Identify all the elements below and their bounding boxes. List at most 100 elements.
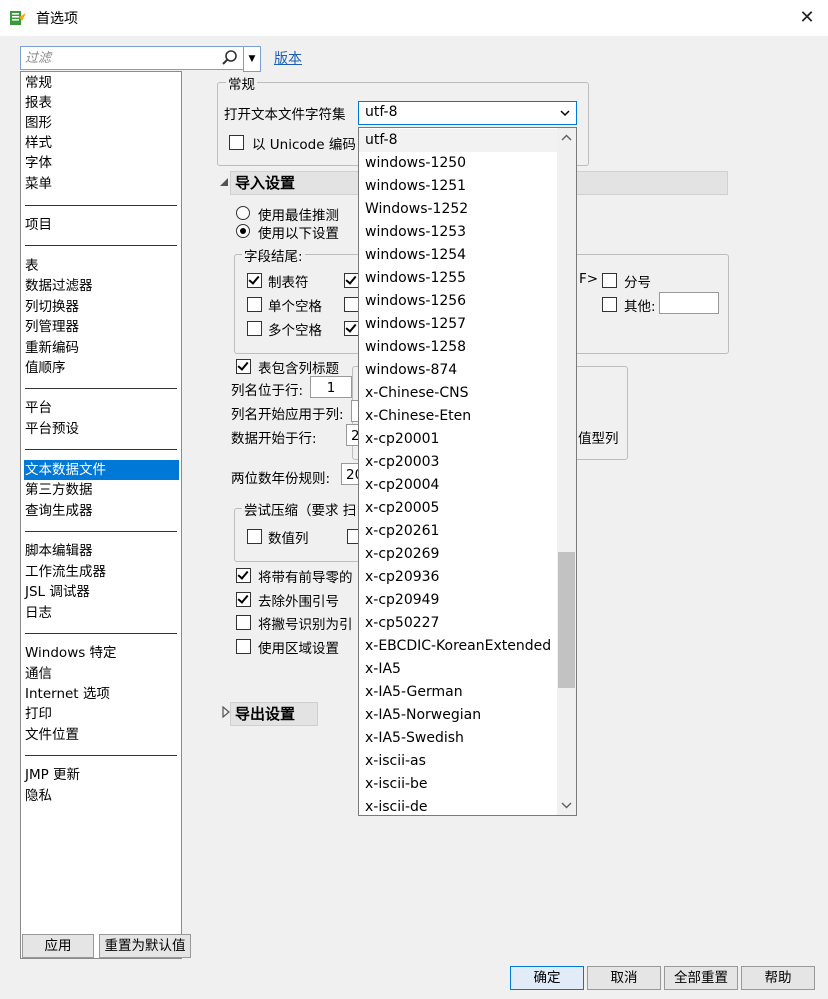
nav-item-reports[interactable]: 报表 (25, 93, 52, 113)
charset-option[interactable]: windows-1253 (359, 221, 563, 244)
nav-item-data-filter[interactable]: 数据过滤器 (25, 276, 93, 296)
nav-item-query-builder[interactable]: 查询生成器 (25, 501, 93, 521)
multi-space-checkbox[interactable] (247, 321, 262, 336)
charset-combo[interactable]: utf-8 (358, 101, 577, 125)
reset-all-button[interactable]: 全部重置 (664, 966, 738, 990)
charset-option[interactable]: x-IA5-Swedish (359, 727, 563, 750)
scrollbar-thumb[interactable] (558, 552, 575, 688)
nav-item-tables[interactable]: 表 (25, 256, 39, 276)
nav-item-column-switcher[interactable]: 列切换器 (25, 297, 79, 317)
strip-quotes-checkbox[interactable] (236, 592, 251, 607)
leading-zero-checkbox[interactable] (236, 568, 251, 583)
charset-option[interactable]: Windows-1252 (359, 198, 563, 221)
nav-item-general[interactable]: 常规 (25, 73, 52, 93)
charset-option[interactable]: x-EBCDIC-KoreanExtended (359, 635, 563, 658)
filter-dropdown-button[interactable]: ▼ (243, 46, 261, 72)
semicolon-checkbox[interactable] (602, 273, 617, 288)
unicode-checkbox[interactable] (229, 135, 244, 150)
search-icon[interactable] (221, 49, 239, 67)
version-link[interactable]: 版本 (274, 48, 302, 68)
nav-item-platform-presets[interactable]: 平台预设 (25, 419, 79, 439)
filter-input[interactable] (25, 48, 217, 68)
radio-use-settings[interactable] (236, 224, 250, 238)
cancel-button[interactable]: 取消 (587, 966, 661, 990)
charset-option[interactable]: x-cp20004 (359, 474, 563, 497)
charset-option[interactable]: x-iscii-be (359, 773, 563, 796)
nav-item-platforms[interactable]: 平台 (25, 398, 52, 418)
nav-item-internet-options[interactable]: Internet 选项 (25, 684, 110, 704)
nav-item-fonts[interactable]: 字体 (25, 153, 52, 173)
numeric-col-checkbox[interactable] (247, 529, 262, 544)
nav-item-recode[interactable]: 重新编码 (25, 338, 79, 358)
charset-option[interactable]: x-cp20936 (359, 566, 563, 589)
nav-item-windows-specific[interactable]: Windows 特定 (25, 643, 117, 663)
nav-item-column-manager[interactable]: 列管理器 (25, 317, 79, 337)
nav-item-jsl-debugger[interactable]: JSL 调试器 (25, 582, 90, 602)
nav-item-workflow-builder[interactable]: 工作流生成器 (25, 562, 106, 582)
apostrophe-checkbox[interactable] (236, 615, 251, 630)
charset-option[interactable]: x-cp50227 (359, 612, 563, 635)
other-delim-input[interactable] (659, 292, 719, 314)
single-space-checkbox[interactable] (247, 297, 262, 312)
radio-best-guess[interactable] (236, 206, 250, 220)
charset-option[interactable]: x-IA5-German (359, 681, 563, 704)
dropdown-scrollbar[interactable] (557, 128, 576, 815)
nav-item-script-editor[interactable]: 脚本编辑器 (25, 541, 93, 561)
help-button[interactable]: 帮助 (741, 966, 815, 990)
charset-option[interactable]: utf-8 (359, 129, 563, 152)
has-header-checkbox[interactable] (236, 359, 251, 374)
space-checkbox[interactable] (344, 297, 359, 312)
nav-item-communications[interactable]: 通信 (25, 664, 52, 684)
charset-option[interactable]: x-cp20005 (359, 497, 563, 520)
charset-option[interactable]: x-cp20003 (359, 451, 563, 474)
charset-dropdown-list[interactable]: utf-8 windows-1250 windows-1251 Windows-125… (358, 127, 577, 816)
apply-button[interactable]: 应用 (22, 934, 94, 958)
scroll-up-icon[interactable] (557, 128, 576, 148)
nav-item-value-order[interactable]: 值顺序 (25, 358, 66, 378)
nav-item-third-party-data[interactable]: 第三方数据 (25, 480, 93, 500)
category-list[interactable]: 常规 报表 图形 样式 字体 菜单 项目 表 数据过滤器 列切换器 列管理器 重… (20, 71, 182, 959)
nav-item-print[interactable]: 打印 (25, 704, 52, 724)
nav-item-log[interactable]: 日志 (25, 603, 52, 623)
col-name-row-input[interactable]: 1 (310, 376, 352, 398)
charset-option[interactable]: windows-1251 (359, 175, 563, 198)
charset-option[interactable]: x-iscii-as (359, 750, 563, 773)
charset-option[interactable]: x-iscii-de (359, 796, 563, 815)
charset-option[interactable]: x-cp20269 (359, 543, 563, 566)
reset-default-button[interactable]: 重置为默认值 (99, 934, 191, 958)
locale-checkbox[interactable] (236, 639, 251, 654)
nav-item-jmp-updates[interactable]: JMP 更新 (25, 765, 80, 785)
comma-checkbox[interactable] (344, 273, 359, 288)
export-settings-header[interactable]: 导出设置 (230, 702, 318, 726)
nav-item-text-data-files[interactable]: 文本数据文件 (24, 460, 179, 480)
charset-option[interactable]: windows-874 (359, 359, 563, 382)
other-checkbox[interactable] (602, 297, 617, 312)
nav-item-styles[interactable]: 样式 (25, 133, 52, 153)
chevron-down-icon[interactable] (559, 106, 571, 120)
ok-button[interactable]: 确定 (510, 966, 584, 990)
charset-option[interactable]: x-cp20001 (359, 428, 563, 451)
filter-box[interactable] (20, 46, 244, 70)
scroll-down-icon[interactable] (557, 795, 576, 815)
collapse-triangle-icon[interactable] (219, 177, 229, 187)
charset-option[interactable]: windows-1258 (359, 336, 563, 359)
close-button[interactable]: ✕ (792, 4, 822, 32)
charset-option[interactable]: windows-1255 (359, 267, 563, 290)
charset-option[interactable]: windows-1256 (359, 290, 563, 313)
other-delim-checkbox[interactable] (344, 321, 359, 336)
nav-item-projects[interactable]: 项目 (25, 215, 52, 235)
charset-option[interactable]: windows-1254 (359, 244, 563, 267)
nav-item-menus[interactable]: 菜单 (25, 174, 52, 194)
tab-checkbox[interactable] (247, 273, 262, 288)
charset-option[interactable]: x-Chinese-CNS (359, 382, 563, 405)
charset-option[interactable]: windows-1257 (359, 313, 563, 336)
charset-option[interactable]: windows-1250 (359, 152, 563, 175)
charset-option[interactable]: x-Chinese-Eten (359, 405, 563, 428)
nav-item-graphs[interactable]: 图形 (25, 113, 52, 133)
charset-option[interactable]: x-cp20949 (359, 589, 563, 612)
nav-item-file-locations[interactable]: 文件位置 (25, 725, 79, 745)
charset-option[interactable]: x-IA5-Norwegian (359, 704, 563, 727)
charset-option[interactable]: x-cp20261 (359, 520, 563, 543)
nav-item-privacy[interactable]: 隐私 (25, 786, 52, 806)
close-icon[interactable]: ✕ (799, 7, 814, 28)
